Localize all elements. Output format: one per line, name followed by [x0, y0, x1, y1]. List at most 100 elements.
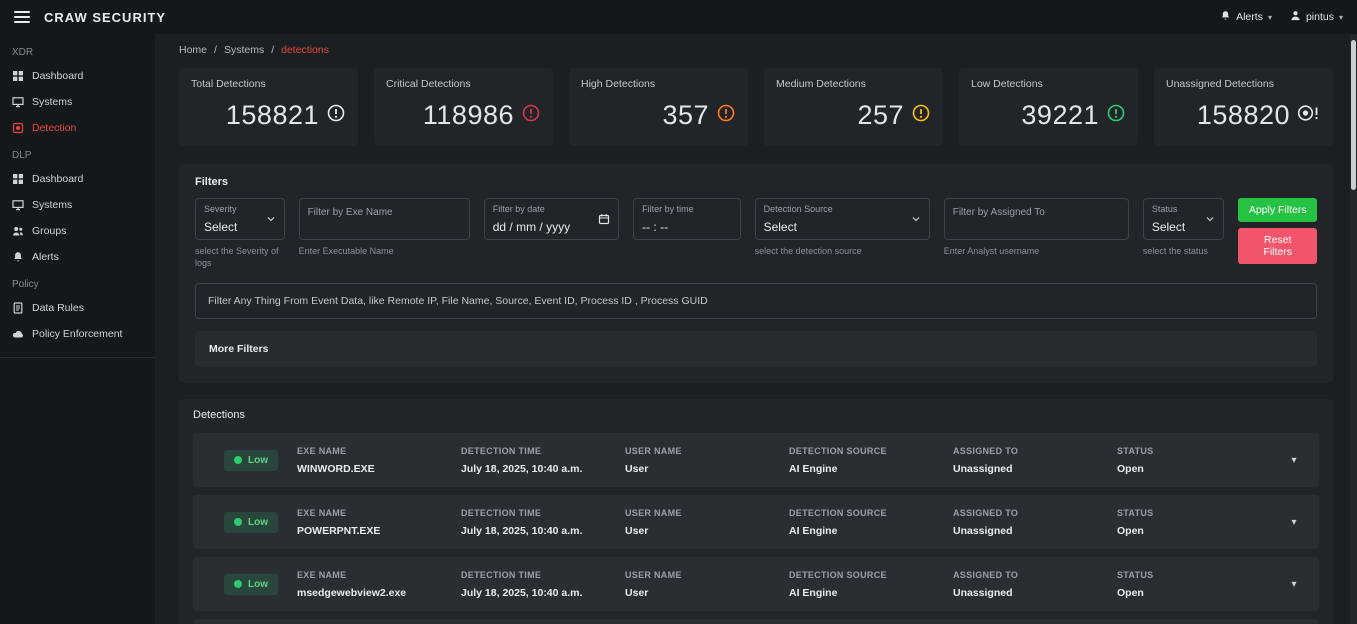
stat-value: 39221: [1021, 100, 1099, 131]
stat-card-high: High Detections 357: [569, 68, 748, 146]
sidebar: XDR Dashboard Systems Detection DLP Dash…: [0, 34, 155, 624]
exclamation-circle-icon: [521, 103, 541, 128]
detection-row[interactable]: Low EXE NAMEPOWERPNT.EXE DETECTION TIMEJ…: [193, 495, 1319, 549]
apply-filters-button[interactable]: Apply Filters: [1238, 198, 1317, 222]
unassigned-detections-icon: [1297, 103, 1321, 128]
sidebar-item-label: Dashboard: [32, 173, 83, 185]
detection-time-value: July 18, 2025, 10:40 a.m.: [461, 525, 625, 537]
status-value: Open: [1117, 587, 1281, 599]
detections-title: Detections: [193, 409, 1319, 421]
severity-dot-icon: [234, 518, 242, 526]
status-value: Select: [1152, 220, 1185, 234]
severity-select[interactable]: Severity Select: [195, 198, 285, 240]
sidebar-item-label: Policy Enforcement: [32, 328, 122, 340]
severity-badge: Low: [224, 450, 278, 471]
sidebar-item-policy-data-rules[interactable]: Data Rules: [0, 295, 155, 321]
filters-panel: Filters Severity Select select the Sever…: [179, 164, 1333, 383]
row-dropdown-caret[interactable]: ▾: [1281, 579, 1307, 590]
col-header-exe: EXE NAME: [297, 446, 461, 456]
exclamation-circle-icon: [716, 103, 736, 128]
sidebar-item-dlp-dashboard[interactable]: Dashboard: [0, 166, 155, 192]
row-dropdown-caret[interactable]: ▾: [1281, 455, 1307, 466]
stat-card-critical: Critical Detections 118986: [374, 68, 553, 146]
dashboard-icon: [12, 70, 24, 82]
sidebar-section-xdr: XDR: [0, 38, 155, 63]
detection-source-value: AI Engine: [789, 463, 953, 475]
status-select[interactable]: Status Select: [1143, 198, 1225, 240]
sidebar-section-policy: Policy: [0, 270, 155, 295]
detection-time-value: July 18, 2025, 10:40 a.m.: [461, 587, 625, 599]
stat-value: 357: [662, 100, 709, 131]
filters-title: Filters: [195, 176, 1317, 188]
event-data-search-input[interactable]: [195, 283, 1317, 319]
severity-badge: Low: [224, 512, 278, 533]
stat-value: 257: [857, 100, 904, 131]
cloud-icon: [12, 328, 24, 340]
sidebar-item-dlp-systems[interactable]: Systems: [0, 192, 155, 218]
detection-row[interactable]: Low EXE NAMEWINWORD.EXE DETECTION TIMEJu…: [193, 433, 1319, 487]
col-header-user: USER NAME: [625, 508, 789, 518]
date-value: dd / mm / yyyy: [493, 220, 570, 234]
sidebar-item-label: Dashboard: [32, 70, 83, 82]
monitor-icon: [12, 96, 24, 108]
severity-dot-icon: [234, 580, 242, 588]
chevron-down-icon: [266, 214, 276, 224]
chevron-down-icon: ▾: [1268, 13, 1272, 22]
calendar-icon: [598, 213, 610, 225]
sidebar-item-dlp-alerts[interactable]: Alerts: [0, 244, 155, 270]
sidebar-item-xdr-detection[interactable]: Detection: [0, 115, 155, 141]
exe-name-value: msedgewebview2.exe: [297, 587, 461, 599]
time-value: -- : --: [642, 220, 694, 234]
scrollbar-thumb[interactable]: [1351, 40, 1356, 190]
exe-name-value: POWERPNT.EXE: [297, 525, 461, 537]
main-content: Home / Systems / detections Total Detect…: [155, 34, 1357, 624]
reset-filters-button[interactable]: Reset Filters: [1238, 228, 1317, 264]
col-header-status: STATUS: [1117, 508, 1281, 518]
row-dropdown-caret[interactable]: ▾: [1281, 517, 1307, 528]
status-value: Open: [1117, 525, 1281, 537]
exclamation-circle-icon: [1106, 103, 1126, 128]
sidebar-item-xdr-systems[interactable]: Systems: [0, 89, 155, 115]
sidebar-item-policy-enforcement[interactable]: Policy Enforcement: [0, 321, 155, 347]
time-input[interactable]: Filter by time -- : --: [633, 198, 740, 240]
user-icon: [1290, 10, 1301, 24]
col-header-exe: EXE NAME: [297, 508, 461, 518]
detection-icon: [12, 122, 24, 134]
sidebar-item-dlp-groups[interactable]: Groups: [0, 218, 155, 244]
col-header-assigned: ASSIGNED TO: [953, 508, 1117, 518]
detections-panel: Detections Low EXE NAME WINWORD.EXE DETEC…: [179, 399, 1333, 624]
exe-name-value: WINWORD.EXE: [297, 463, 461, 475]
assigned-to-value: Unassigned: [953, 587, 1117, 599]
alerts-dropdown[interactable]: Alerts ▾: [1220, 10, 1272, 24]
breadcrumb-home[interactable]: Home: [179, 44, 207, 56]
username-label: pintus: [1306, 11, 1334, 23]
user-name-value: User: [625, 525, 789, 537]
groups-icon: [12, 225, 24, 237]
stat-label: High Detections: [581, 78, 736, 90]
assigned-to-hint: Enter Analyst username: [944, 246, 1129, 258]
detection-source-select[interactable]: Detection Source Select: [755, 198, 930, 240]
more-filters-toggle[interactable]: More Filters: [195, 331, 1317, 367]
detection-row[interactable]: Low EXE NAMEPOWERPNT.EXE DETECTION TIMEJ…: [193, 619, 1319, 624]
user-name-value: User: [625, 587, 789, 599]
exe-name-input[interactable]: [299, 198, 470, 240]
sidebar-item-label: Detection: [32, 122, 76, 134]
user-name-value: User: [625, 463, 789, 475]
alerts-label: Alerts: [1236, 11, 1263, 23]
file-icon: [12, 302, 24, 314]
col-header-exe: EXE NAME: [297, 570, 461, 580]
stat-card-total: Total Detections 158821: [179, 68, 358, 146]
sidebar-item-xdr-dashboard[interactable]: Dashboard: [0, 63, 155, 89]
user-dropdown[interactable]: pintus ▾: [1290, 10, 1343, 24]
col-header-source: DETECTION SOURCE: [789, 508, 953, 518]
assigned-to-input[interactable]: [944, 198, 1129, 240]
col-header-status: STATUS: [1117, 570, 1281, 580]
sidebar-item-label: Systems: [32, 96, 72, 108]
detection-row[interactable]: Low EXE NAMEmsedgewebview2.exe DETECTION…: [193, 557, 1319, 611]
stat-label: Low Detections: [971, 78, 1126, 90]
breadcrumb-systems[interactable]: Systems: [224, 44, 264, 56]
stat-value: 118986: [423, 100, 514, 131]
hamburger-menu-icon[interactable]: [14, 11, 30, 23]
time-label: Filter by time: [642, 204, 694, 214]
date-input[interactable]: Filter by date dd / mm / yyyy: [484, 198, 619, 240]
